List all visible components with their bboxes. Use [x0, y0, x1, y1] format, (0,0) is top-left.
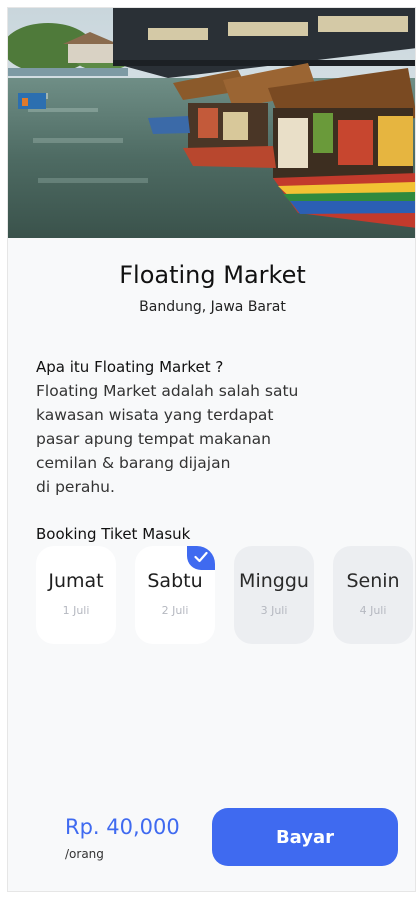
day-name: Minggu: [239, 570, 309, 592]
day-card-sabtu[interactable]: Sabtu 2 Juli: [135, 546, 215, 644]
day-name: Jumat: [48, 570, 104, 592]
about-description: Floating Market adalah salah satu kawasa…: [36, 382, 299, 496]
place-location: Bandung, Jawa Barat: [139, 299, 286, 315]
pay-button[interactable]: Bayar: [212, 808, 398, 866]
booking-heading: Booking Tiket Masuk: [36, 525, 191, 543]
selected-check-icon: [187, 546, 215, 570]
day-date: 2 Juli: [161, 604, 189, 617]
hero-photo: [8, 8, 415, 238]
price-unit: /orang: [65, 847, 104, 861]
place-title: Floating Market: [119, 261, 306, 289]
day-name: Sabtu: [147, 570, 203, 592]
day-date: 4 Juli: [359, 604, 387, 617]
about-heading: Apa itu Floating Market ?: [36, 358, 224, 376]
day-date: 1 Juli: [62, 604, 90, 617]
day-card-senin[interactable]: Senin 4 Juli: [333, 546, 413, 644]
day-card-jumat[interactable]: Jumat 1 Juli: [36, 546, 116, 644]
ticket-price: Rp. 40,000: [65, 815, 180, 839]
floating-market-photo: [8, 8, 415, 238]
day-name: Senin: [346, 570, 400, 592]
day-date: 3 Juli: [260, 604, 288, 617]
day-card-minggu[interactable]: Minggu 3 Juli: [234, 546, 314, 644]
app-screen: Floating Market Bandung, Jawa Barat Apa …: [7, 7, 416, 892]
